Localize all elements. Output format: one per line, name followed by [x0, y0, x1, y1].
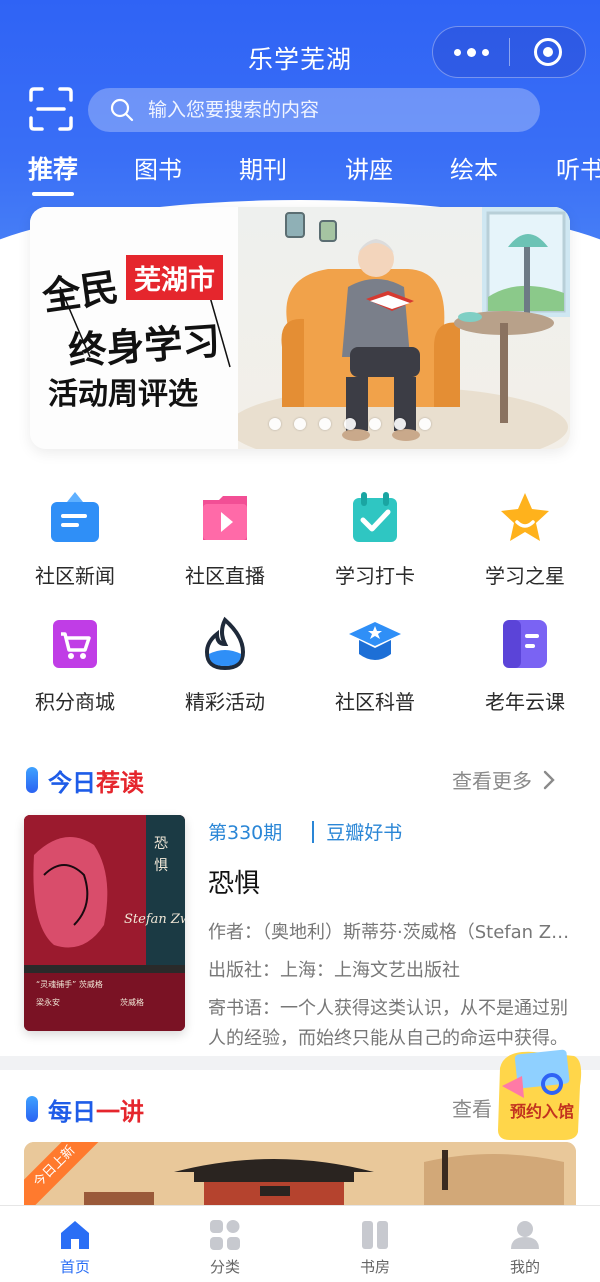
grid-item-label: 老年云课 — [485, 690, 565, 714]
section-title-part1: 每日 — [48, 1096, 96, 1126]
tab-recommend[interactable]: 推荐 — [28, 150, 78, 196]
column-name: 豆瓣好书 — [326, 822, 403, 844]
category-tabs: 推荐 图书 期刊 讲座 绘本 听书 — [0, 150, 600, 196]
book-icon — [503, 620, 547, 668]
banner-illustration — [228, 207, 570, 449]
nav-mine[interactable]: 我的 — [450, 1218, 600, 1277]
tab-books[interactable]: 图书 — [134, 150, 182, 185]
nav-label: 分类 — [209, 1258, 240, 1276]
pagination-dot[interactable] — [344, 418, 356, 430]
grid-item-label: 积分商城 — [35, 690, 115, 714]
tab-audiobooks[interactable]: 听书 — [556, 150, 600, 185]
book-info[interactable]: 第330期 豆瓣好书 恐惧 作者：（奥地利）斯蒂芬·茨威格（Stefan Zwe… — [208, 818, 578, 1054]
section-title-part2: 荐读 — [96, 767, 144, 797]
reserve-badge-icon — [498, 1049, 582, 1140]
tab-picture-books[interactable]: 绘本 — [450, 150, 498, 185]
more-label: 查看更多 — [452, 769, 532, 793]
bookshelf-icon — [362, 1221, 388, 1249]
tab-lectures[interactable]: 讲座 — [345, 150, 393, 185]
checkin-icon — [353, 492, 397, 542]
banner-pagination — [0, 418, 600, 430]
section-marker — [26, 767, 38, 793]
nav-bookshelf[interactable]: 书房 — [300, 1218, 450, 1277]
pagination-dot[interactable] — [419, 418, 431, 430]
svg-text:茨威格: 茨威格 — [120, 997, 144, 1007]
banner-line-2: 终身学习 — [66, 317, 222, 374]
graduation-cap-icon — [349, 622, 401, 660]
book-publisher: 出版社：上海：上海文艺出版社 — [208, 960, 460, 981]
banner-line-1: 全民 — [39, 263, 122, 320]
nav-label: 书房 — [359, 1258, 390, 1276]
pagination-dot[interactable] — [269, 418, 281, 430]
grid-item-label: 社区直播 — [185, 564, 265, 588]
today-reading-header: 今日 荐读 — [26, 762, 144, 798]
grid-item-featured-activities[interactable]: 精彩活动 — [150, 616, 300, 715]
mini-program-capsule — [432, 26, 586, 78]
close-program-button[interactable] — [510, 38, 585, 66]
reserve-entry-button[interactable]: 预约入馆 — [494, 1046, 586, 1142]
target-icon — [533, 38, 562, 66]
grid-item-community-science[interactable]: 社区科普 — [300, 616, 450, 715]
bottom-navigation: 首页 分类 书房 我的 — [0, 1205, 600, 1282]
flame-icon — [204, 616, 246, 671]
cart-icon — [53, 620, 97, 668]
star-icon — [501, 493, 549, 541]
chevron-right-icon — [543, 770, 555, 789]
daily-lecture-header: 每日 一讲 — [26, 1091, 144, 1127]
grid-item-label: 社区新闻 — [35, 564, 115, 588]
banner-city-tag: 芜湖市 — [126, 255, 223, 300]
news-icon — [51, 492, 99, 542]
grid-item-community-news[interactable]: 社区新闻 — [0, 490, 150, 589]
cover-title: 恐惧 — [154, 836, 168, 874]
book-issue-row: 第330期 豆瓣好书 — [208, 818, 578, 845]
nav-label: 我的 — [509, 1258, 540, 1276]
pagination-dot[interactable] — [319, 418, 331, 430]
banner-text-panel: 全民 芜湖市 终身学习 活动周评选 — [30, 207, 240, 449]
promo-banner[interactable]: 全民 芜湖市 终身学习 活动周评选 — [30, 207, 570, 449]
pagination-dot[interactable] — [394, 418, 406, 430]
category-icon — [210, 1220, 240, 1250]
more-options-button[interactable] — [433, 27, 509, 77]
live-icon — [203, 496, 247, 540]
svg-text:梁永安: 梁永安 — [36, 997, 60, 1007]
section-title-part2: 一讲 — [96, 1096, 144, 1126]
svg-text:“灵魂捕手” 茨威格: “灵魂捕手” 茨威格 — [36, 979, 103, 989]
search-bar[interactable] — [88, 88, 540, 132]
nav-label: 首页 — [59, 1258, 90, 1276]
section-title-part1: 今日 — [48, 767, 96, 797]
pagination-dot[interactable] — [369, 418, 381, 430]
section-marker — [26, 1096, 38, 1122]
search-input[interactable] — [148, 99, 488, 121]
tab-journals[interactable]: 期刊 — [239, 150, 287, 185]
more-label: 查看 — [452, 1097, 492, 1121]
daily-more-link[interactable]: 查看 — [452, 1093, 492, 1122]
lecture-card[interactable]: 今日上新 — [24, 1142, 576, 1212]
grid-item-study-star[interactable]: 学习之星 — [450, 490, 600, 589]
book-author: 作者：（奥地利）斯蒂芬·茨威格（Stefan Zweig）著 — [208, 922, 573, 943]
user-icon — [511, 1221, 539, 1249]
pagination-dot[interactable] — [294, 418, 306, 430]
grid-item-label: 学习打卡 — [335, 564, 415, 588]
grid-item-label: 精彩活动 — [185, 690, 265, 714]
book-title: 恐惧 — [208, 869, 261, 899]
nav-home[interactable]: 首页 — [0, 1218, 150, 1277]
book-intro: 寄书语：一个人获得这类认识，从不是通过别人的经验，而始终只能从自己的命运中获得。 — [208, 998, 568, 1049]
grid-item-senior-cloud-class[interactable]: 老年云课 — [450, 616, 600, 715]
grid-item-points-mall[interactable]: 积分商城 — [0, 616, 150, 715]
grid-item-label: 社区科普 — [335, 690, 415, 714]
search-icon — [110, 98, 134, 122]
today-more-link[interactable]: 查看更多 — [452, 765, 556, 794]
scan-icon[interactable] — [28, 86, 74, 132]
book-cover[interactable]: Stefan Zweig “灵魂捕手” 茨威格 梁永安 茨威格 恐惧 — [24, 815, 185, 1031]
reserve-label: 预约入馆 — [509, 1102, 574, 1121]
nav-category[interactable]: 分类 — [150, 1218, 300, 1277]
banner-line-3: 活动周评选 — [48, 377, 198, 412]
grid-item-study-checkin[interactable]: 学习打卡 — [300, 490, 450, 589]
home-icon — [61, 1221, 89, 1249]
grid-item-label: 学习之星 — [485, 564, 565, 588]
svg-text:Stefan Zweig: Stefan Zweig — [124, 912, 185, 927]
grid-item-community-live[interactable]: 社区直播 — [150, 490, 300, 589]
issue-number: 第330期 — [208, 822, 283, 844]
lecture-thumbnail — [24, 1142, 576, 1212]
